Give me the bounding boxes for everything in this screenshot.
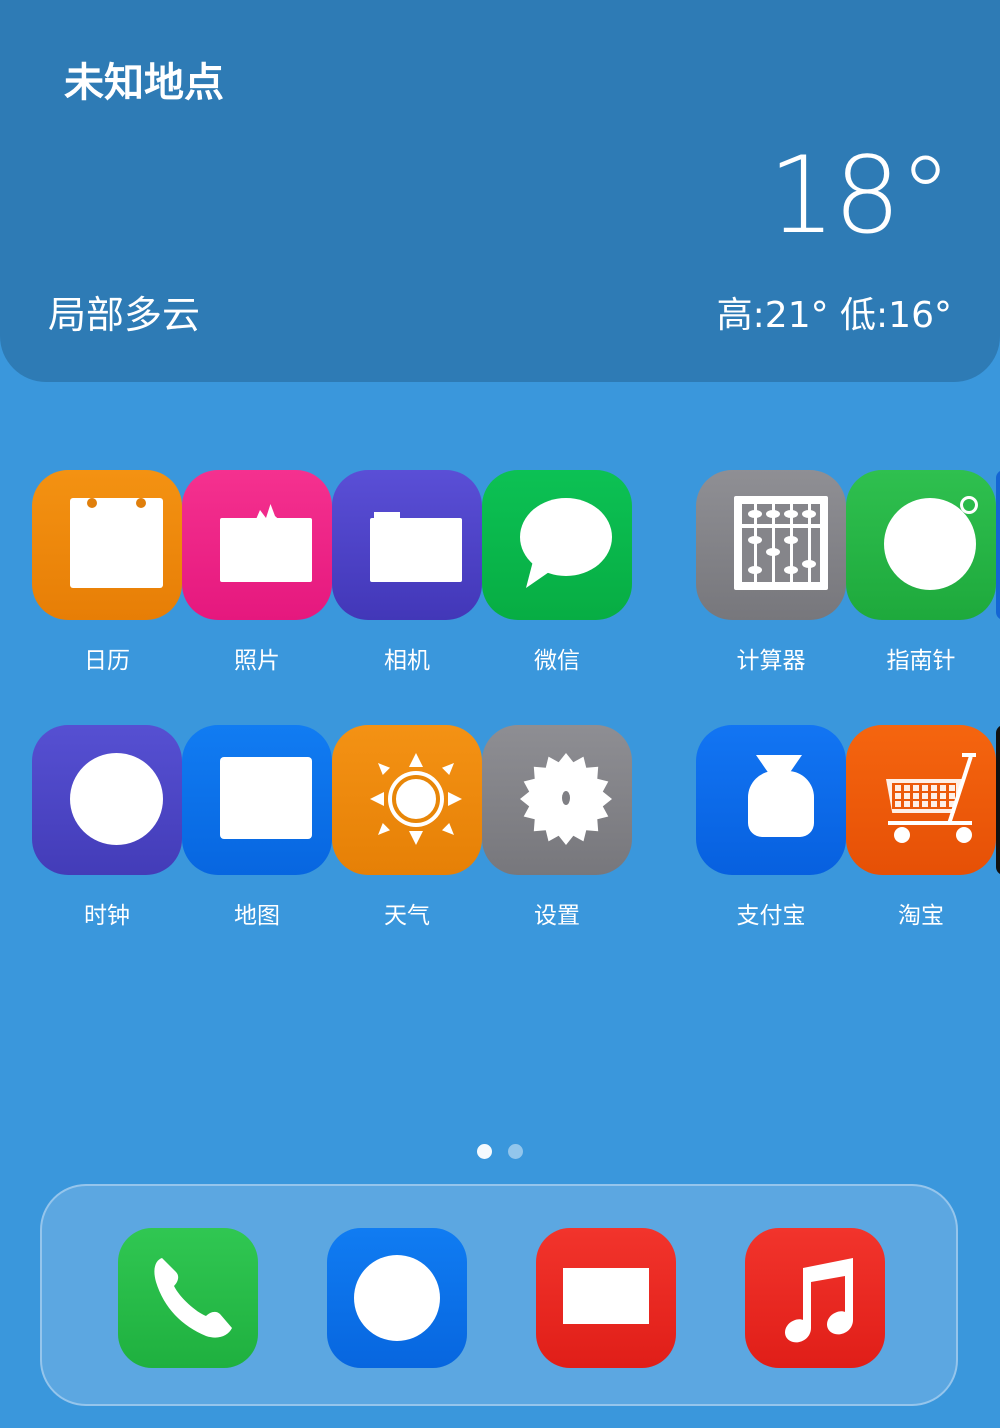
app-label: 天气: [384, 903, 430, 929]
app-photos[interactable]: 照片: [182, 470, 332, 676]
app-label: 日历: [84, 648, 130, 674]
phone-icon[interactable]: [118, 1228, 258, 1368]
app-maps[interactable]: 地图: [182, 725, 332, 931]
video-icon[interactable]: [536, 1228, 676, 1368]
calculator-icon: [696, 470, 846, 620]
clock-icon: [32, 725, 182, 875]
app-label: 时钟: [84, 903, 130, 929]
weather-icon: [332, 725, 482, 875]
alipay-icon: [696, 725, 846, 875]
weather-temperature: 18°: [768, 134, 952, 257]
weather-widget[interactable]: 未知地点 18° 局部多云 高:21° 低:16°: [0, 0, 1000, 382]
app-weather[interactable]: 天气: [332, 725, 482, 931]
app-label: 相机: [384, 648, 430, 674]
app-calculator[interactable]: 计算器: [696, 470, 846, 676]
calendar-icon: [32, 470, 182, 620]
wechat-icon: [482, 470, 632, 620]
app-label: 设置: [534, 903, 580, 929]
music-icon[interactable]: [745, 1228, 885, 1368]
compass-icon: [846, 470, 996, 620]
app-compass[interactable]: 指南针: [846, 470, 996, 676]
next-page-app-peek: [996, 725, 1000, 875]
dock: [40, 1184, 958, 1406]
app-label: 淘宝: [898, 903, 944, 929]
app-label: 计算器: [736, 648, 806, 674]
app-label: 微信: [534, 648, 580, 674]
app-alipay[interactable]: 支付宝: [696, 725, 846, 931]
app-label: 指南针: [886, 648, 956, 674]
browser-icon[interactable]: [327, 1228, 467, 1368]
app-label: 照片: [234, 648, 280, 674]
app-calendar[interactable]: 日历: [32, 470, 182, 676]
app-label: 地图: [234, 903, 280, 929]
maps-icon: [182, 725, 332, 875]
photos-icon: [182, 470, 332, 620]
app-camera[interactable]: 相机: [332, 470, 482, 676]
app-label: 支付宝: [736, 903, 806, 929]
next-page-app-peek: [996, 470, 1000, 620]
page-dot-1[interactable]: [477, 1144, 492, 1159]
page-indicator[interactable]: [0, 1144, 1000, 1160]
weather-location: 未知地点: [64, 60, 224, 106]
weather-high-low: 高:21° 低:16°: [716, 295, 952, 336]
app-clock[interactable]: 时钟: [32, 725, 182, 931]
taobao-icon: [846, 725, 996, 875]
home-screen: 未知地点 18° 局部多云 高:21° 低:16° 日历 照片 相机 微信 计算…: [0, 0, 1000, 1428]
app-wechat[interactable]: 微信: [482, 470, 632, 676]
settings-icon: [482, 725, 632, 875]
weather-condition: 局部多云: [48, 293, 201, 337]
camera-icon: [332, 470, 482, 620]
app-settings[interactable]: 设置: [482, 725, 632, 931]
app-taobao[interactable]: 淘宝: [846, 725, 996, 931]
page-dot-2[interactable]: [508, 1144, 523, 1159]
